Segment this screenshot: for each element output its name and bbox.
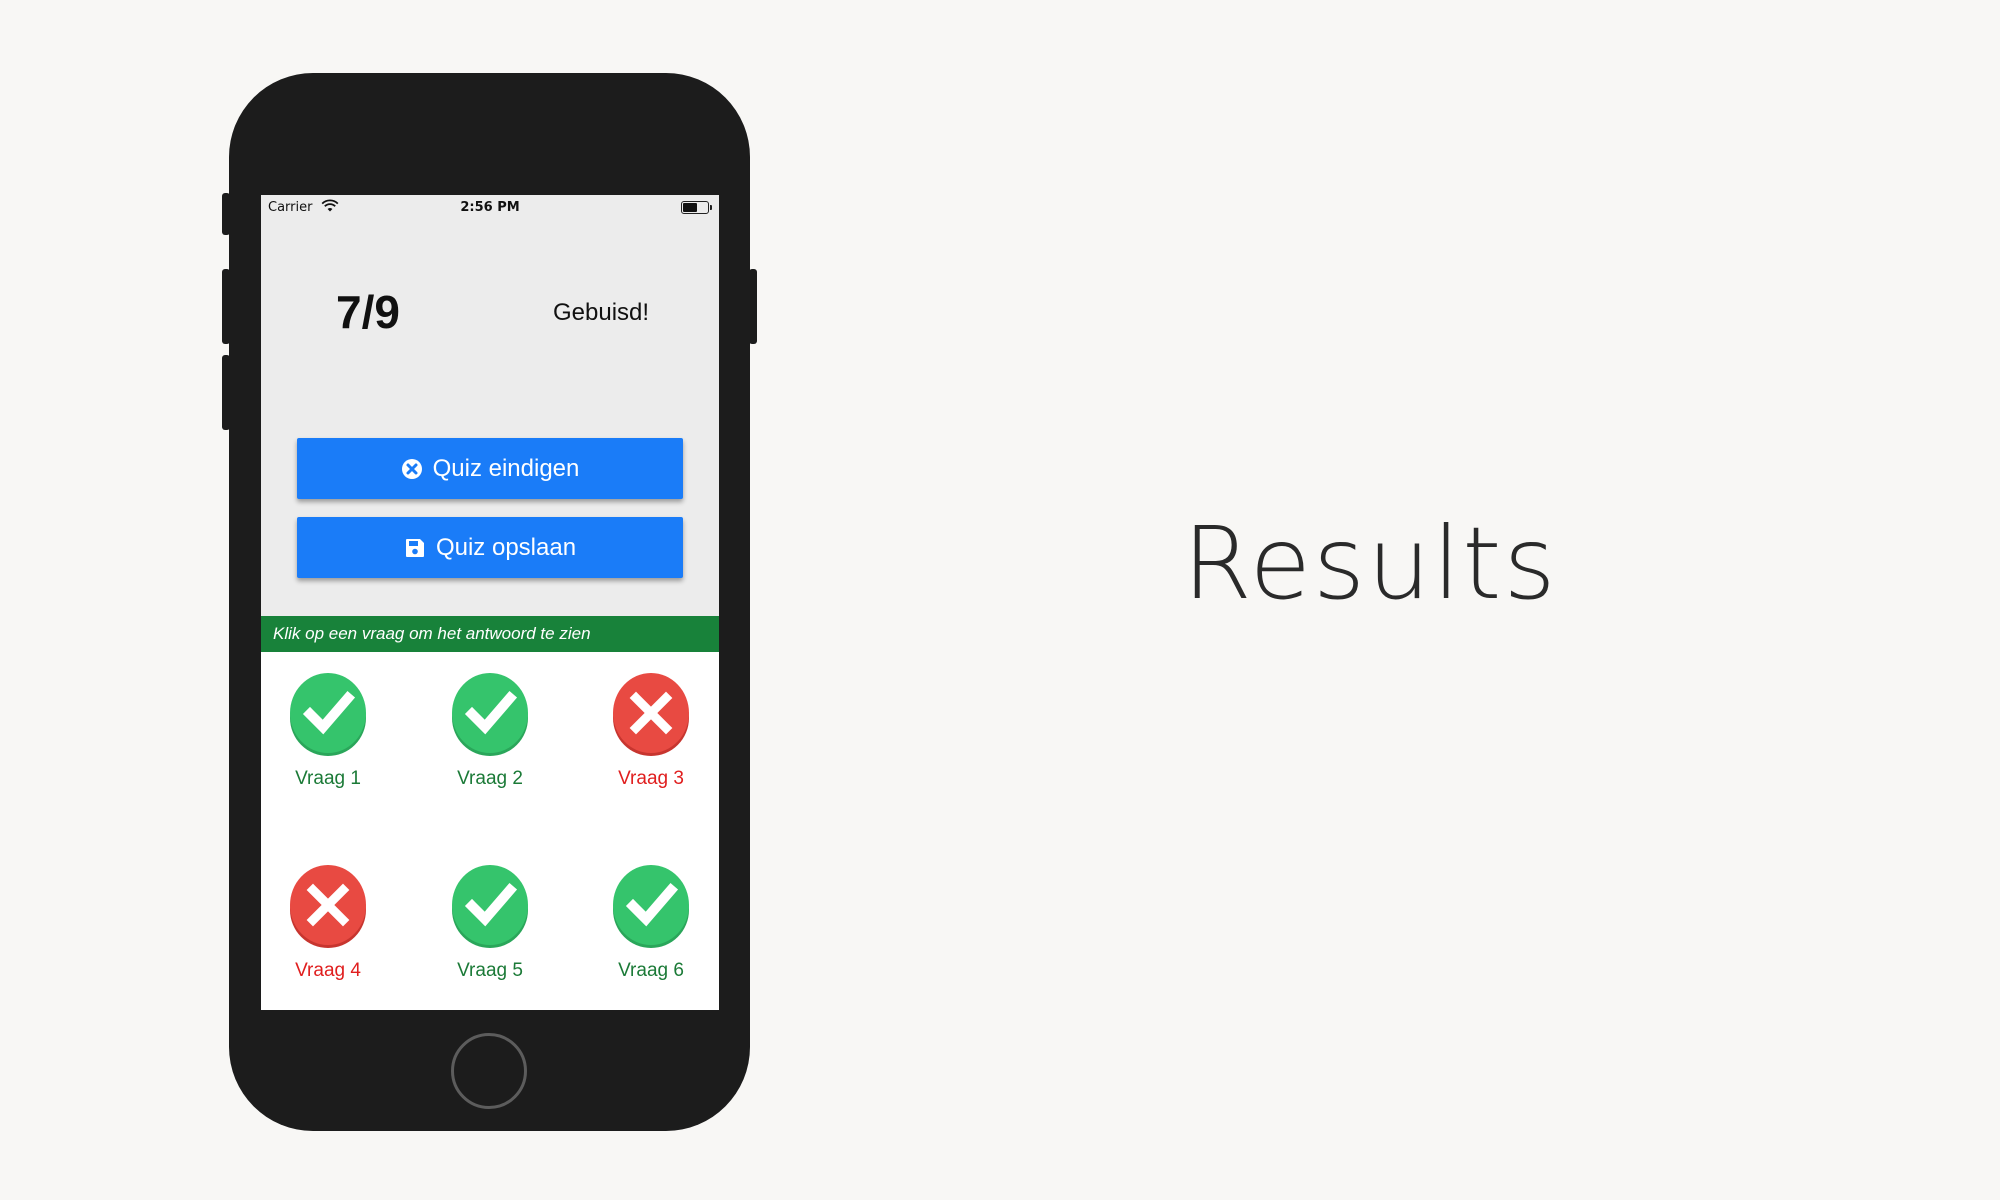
end-quiz-label: Quiz eindigen (432, 454, 580, 482)
end-quiz-button[interactable]: Quiz eindigen (297, 438, 683, 499)
question-label: Vraag 5 (457, 960, 523, 981)
cross-icon (613, 673, 689, 756)
question-label: Vraag 6 (618, 960, 684, 981)
check-icon (290, 673, 366, 756)
question-label: Vraag 1 (295, 768, 361, 789)
clock: 2:56 PM (460, 200, 520, 215)
question-item[interactable]: Vraag 4 (273, 860, 383, 982)
floppy-disk-icon (405, 538, 424, 557)
question-item[interactable]: Vraag 5 (435, 860, 545, 982)
question-item[interactable]: Vraag 1 (273, 668, 383, 790)
question-item[interactable]: Vraag 6 (596, 860, 706, 982)
status-bar: Carrier 2:56 PM (261, 195, 719, 221)
page-title: Results (1182, 505, 1558, 622)
check-icon (452, 865, 528, 948)
question-item[interactable]: Vraag 2 (435, 668, 545, 790)
question-label: Vraag 4 (295, 960, 361, 981)
question-grid: Vraag 1 Vraag 2 Vraag 3 Vraag 4 Vraag 5 … (261, 652, 719, 1010)
question-label: Vraag 3 (618, 768, 684, 789)
hint-banner: Klik op een vraag om het antwoord te zie… (261, 616, 719, 652)
battery-icon (681, 201, 712, 214)
power-button (749, 269, 757, 344)
question-label: Vraag 2 (457, 768, 523, 789)
home-button[interactable] (451, 1033, 527, 1109)
save-quiz-label: Quiz opslaan (435, 533, 577, 561)
save-quiz-button[interactable]: Quiz opslaan (297, 517, 683, 578)
check-icon (452, 673, 528, 756)
battery-level (683, 203, 697, 212)
check-icon (613, 865, 689, 948)
result-verdict: Gebuisd! (553, 299, 650, 326)
question-item[interactable]: Vraag 3 (596, 668, 706, 790)
score: 7/9 (336, 286, 400, 338)
stage: Carrier 2:56 PM 7/9 Gebuisd! Quiz eindig… (0, 0, 2000, 1200)
cross-icon (290, 865, 366, 948)
phone-screen: Carrier 2:56 PM 7/9 Gebuisd! Quiz eindig… (261, 195, 719, 1010)
close-circle-icon (401, 458, 422, 479)
